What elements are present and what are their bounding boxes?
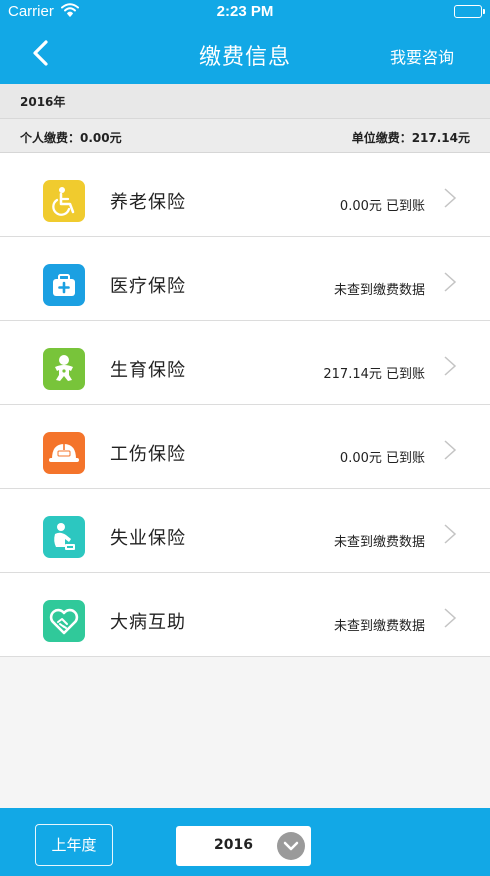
chevron-right-icon — [444, 356, 457, 376]
personal-payment: 个人缴费：0.00元 — [20, 131, 122, 145]
list-item-work-injury[interactable]: 工伤保险 0.00元 已到账 — [0, 405, 490, 489]
item-label: 工伤保险 — [110, 444, 186, 465]
previous-year-button[interactable]: 上年度 — [35, 824, 113, 866]
item-status: 0.00元 已到账 — [339, 451, 425, 466]
safety-helmet-icon — [43, 432, 85, 474]
year-heading: 2016年 — [0, 84, 490, 119]
clock: 2:23 PM — [216, 3, 274, 20]
item-status: 217.14元 已到账 — [323, 367, 425, 382]
list-item-maternity[interactable]: 生育保险 217.14元 已到账 — [0, 321, 490, 405]
list-item-critical-illness[interactable]: 大病互助 未查到缴费数据 — [0, 573, 490, 657]
list-item-medical[interactable]: 医疗保险 未查到缴费数据 — [0, 237, 490, 321]
nav-bar: 缴费信息 我要咨询 — [0, 24, 490, 84]
status-bar: Carrier 2:23 PM — [0, 0, 490, 24]
list-item-pension[interactable]: 养老保险 0.00元 已到账 — [0, 153, 490, 237]
list-item-unemployment[interactable]: 失业保险 未查到缴费数据 — [0, 489, 490, 573]
item-status: 未查到缴费数据 — [333, 535, 425, 550]
consult-button[interactable]: 我要咨询 — [390, 44, 454, 68]
footer-toolbar: 上年度 2016 — [0, 808, 490, 876]
heart-handshake-icon — [43, 600, 85, 642]
chevron-right-icon — [444, 524, 457, 544]
chevron-down-icon — [277, 832, 305, 860]
battery-icon — [454, 5, 485, 18]
wheelchair-icon — [43, 180, 85, 222]
unemployed-person-icon — [43, 516, 85, 558]
payment-summary: 个人缴费：0.00元 单位缴费：217.14元 — [0, 119, 490, 153]
item-label: 养老保险 — [110, 192, 186, 213]
medical-kit-icon — [43, 264, 85, 306]
baby-icon — [43, 348, 85, 390]
chevron-right-icon — [444, 608, 457, 628]
unit-payment: 单位缴费：217.14元 — [351, 131, 470, 145]
item-label: 生育保险 — [110, 360, 186, 381]
insurance-list: 养老保险 0.00元 已到账 医疗保险 未查到缴费数据 生育保险 217.14元… — [0, 153, 490, 657]
item-label: 大病互助 — [110, 612, 186, 633]
year-select[interactable]: 2016 — [176, 826, 311, 866]
chevron-right-icon — [444, 440, 457, 460]
item-status: 未查到缴费数据 — [333, 619, 425, 634]
item-label: 失业保险 — [110, 528, 186, 549]
item-label: 医疗保险 — [110, 276, 186, 297]
item-status: 0.00元 已到账 — [339, 199, 425, 214]
chevron-right-icon — [444, 272, 457, 292]
year-select-value: 2016 — [214, 837, 253, 853]
chevron-right-icon — [444, 188, 457, 208]
item-status: 未查到缴费数据 — [333, 283, 425, 298]
